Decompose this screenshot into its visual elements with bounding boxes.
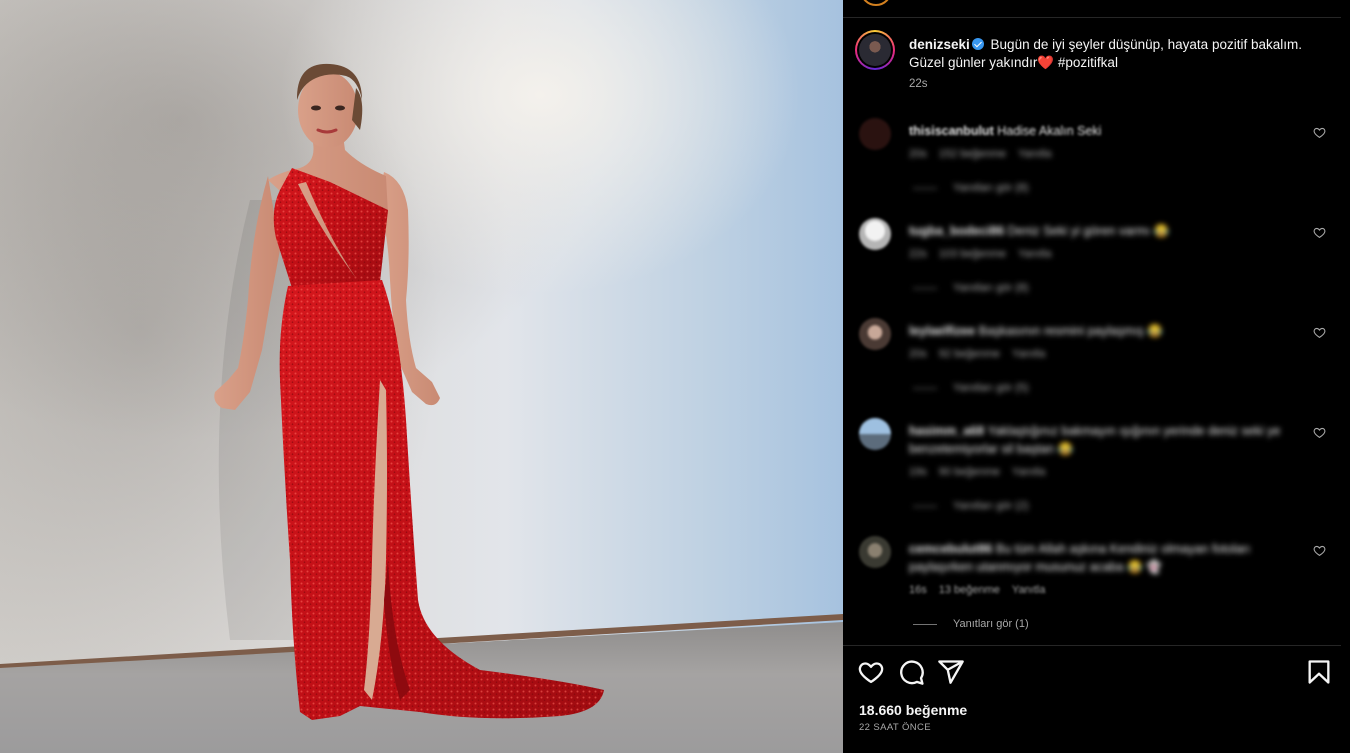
view-replies-button[interactable]: Yanıtları gör (8) xyxy=(913,282,1029,294)
comments-list[interactable]: thisiscanbulut Hadise Akalın Seki 20s 152… xyxy=(843,110,1341,640)
comment-heart-icon[interactable] xyxy=(1313,326,1326,339)
comment-likes[interactable]: 90 beğenme xyxy=(939,466,1000,478)
comment-time: 20s xyxy=(909,148,927,160)
reply-button[interactable]: Yanıtla xyxy=(1012,584,1045,596)
comment-meta: 20s 92 beğenme Yanıtla xyxy=(909,348,1057,360)
comment-heart-icon[interactable] xyxy=(1313,226,1326,239)
reply-button[interactable]: Yanıtla xyxy=(1012,466,1045,478)
view-replies-button[interactable]: Yanıtları gör (2) xyxy=(913,500,1029,512)
comment-time: 20s xyxy=(909,348,927,360)
view-replies-button[interactable]: Yanıtları gör (1) xyxy=(913,618,1029,630)
comment-likes[interactable]: 152 beğenme xyxy=(939,148,1006,160)
author-username[interactable]: denizseki xyxy=(909,37,970,52)
reply-button[interactable]: Yanıtla xyxy=(1018,148,1051,160)
commenter-username[interactable]: hasimm_a68 xyxy=(909,424,984,438)
comment-heart-icon[interactable] xyxy=(1313,426,1326,439)
red-heart-emoji: ❤️ xyxy=(1037,55,1055,70)
comment-text: cemcebulut86 Bu tüm Allah aşkına Kendini… xyxy=(909,540,1309,576)
commenter-avatar[interactable] xyxy=(859,536,891,568)
woman-in-red-dress xyxy=(214,63,604,720)
comment-meta: 20s 152 beğenme Yanıtla xyxy=(909,148,1063,160)
commenter-username[interactable]: tugba_bodeci86 xyxy=(909,224,1004,238)
post-details-panel: denizseki Bugün de iyi şeyler düşünüp, h… xyxy=(843,0,1350,753)
comment-time: 19s xyxy=(909,466,927,478)
header-divider xyxy=(843,17,1341,18)
comment-time: 16s xyxy=(909,584,927,596)
commenter-avatar[interactable] xyxy=(859,418,891,450)
comment-text: tugba_bodeci86 Deniz Seki yi gören varmı… xyxy=(909,222,1309,240)
comment-body: Hadise Akalın Seki xyxy=(997,124,1102,138)
commenter-username[interactable]: cemcebulut86 xyxy=(909,542,992,556)
caption-timestamp: 22s xyxy=(909,78,928,90)
comment-likes[interactable]: 103 beğenme xyxy=(939,248,1006,260)
author-avatar[interactable] xyxy=(855,30,895,70)
post-photo[interactable] xyxy=(0,0,843,753)
comment-time: 22s xyxy=(909,248,927,260)
verified-badge-icon xyxy=(971,38,984,50)
commenter-avatar[interactable] xyxy=(859,118,891,150)
comment-meta: 19s 90 beğenme Yanıtla xyxy=(909,466,1057,478)
bookmark-icon[interactable] xyxy=(1305,658,1333,686)
comment-icon[interactable] xyxy=(897,658,925,686)
caption-line-2: Güzel günler yakındır xyxy=(909,55,1038,70)
likes-count[interactable]: 18.660 beğenme xyxy=(859,702,967,718)
comment-meta: 22s 103 beğenme Yanıtla xyxy=(909,248,1063,260)
comment-text: hasimm_a68 Yaklaştığınız bakmayın ışığın… xyxy=(909,422,1309,458)
heart-icon[interactable] xyxy=(857,658,885,686)
reply-button[interactable]: Yanıtla xyxy=(1018,248,1051,260)
comment-meta: 16s 13 beğenme Yanıtla xyxy=(909,584,1057,596)
commenter-username[interactable]: thisiscanbulut xyxy=(909,124,994,138)
caption-line-1: Bugün de iyi şeyler düşünüp, hayata pozi… xyxy=(990,37,1302,52)
comment-body: Başkasının resmini paylaşmış 😂 xyxy=(978,324,1163,338)
view-replies-button[interactable]: Yanıtları gör (8) xyxy=(913,182,1029,194)
reply-button[interactable]: Yanıtla xyxy=(1012,348,1045,360)
commenter-avatar[interactable] xyxy=(859,318,891,350)
actions-divider xyxy=(843,645,1341,646)
share-icon[interactable] xyxy=(937,658,965,686)
comment-heart-icon[interactable] xyxy=(1313,126,1326,139)
comment-likes[interactable]: 13 beğenme xyxy=(939,584,1000,596)
hashtag-link[interactable]: #pozitifkal xyxy=(1058,55,1118,70)
view-replies-button[interactable]: Yanıtları gör (5) xyxy=(913,382,1029,394)
commenter-avatar[interactable] xyxy=(859,218,891,250)
post-date: 22 SAAT ÖNCE xyxy=(859,722,932,733)
previous-post-avatar[interactable] xyxy=(860,0,892,6)
comment-heart-icon[interactable] xyxy=(1313,544,1326,557)
comment-text: leylaelfizee Başkasının resmini paylaşmı… xyxy=(909,322,1309,340)
caption-text: denizseki Bugün de iyi şeyler düşünüp, h… xyxy=(909,36,1319,72)
comment-text: thisiscanbulut Hadise Akalın Seki xyxy=(909,122,1309,140)
post-actions xyxy=(857,658,1337,686)
commenter-username[interactable]: leylaelfizee xyxy=(909,324,975,338)
comment-likes[interactable]: 92 beğenme xyxy=(939,348,1000,360)
comment-body: Deniz Seki yi gören varmı 😂 xyxy=(1007,224,1170,238)
